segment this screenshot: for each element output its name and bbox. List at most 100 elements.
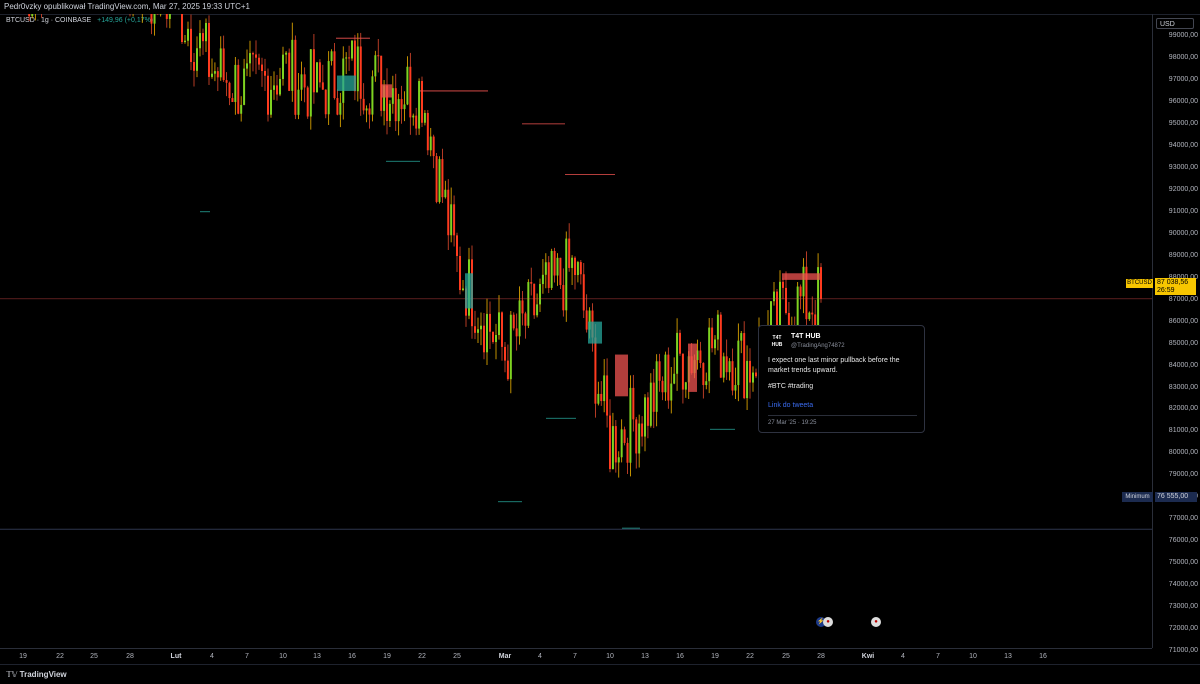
publish-line: Pedr0vzky opublikował TradingView.com, M… [4, 2, 250, 11]
price-chart[interactable] [0, 14, 1152, 648]
tweet-card: T4T HUB T4T HUB @TradingAng74872 I expec… [758, 325, 925, 433]
candle-body [533, 284, 535, 316]
candle-body [316, 62, 318, 92]
candle-body [421, 81, 423, 123]
candle-body [273, 85, 275, 89]
candle-body [554, 251, 556, 276]
candle-body [820, 267, 822, 299]
time-tick: 13 [313, 653, 321, 660]
candle-body [711, 328, 713, 349]
candle-body [524, 313, 526, 325]
candle-body [632, 388, 634, 419]
time-tick: 25 [782, 653, 790, 660]
price-tick: 85000,00 [1169, 340, 1198, 347]
candle-body [319, 62, 321, 82]
candle-body [301, 74, 303, 89]
candle-body [360, 46, 362, 98]
time-tick: 25 [90, 653, 98, 660]
candle-body [782, 282, 784, 288]
candle-body [571, 258, 573, 268]
candle-body [638, 424, 640, 454]
candle-body [202, 33, 204, 41]
price-tick: 92000,00 [1169, 186, 1198, 193]
candle-body [441, 159, 443, 197]
candle-body [267, 76, 269, 115]
candle-body [510, 315, 512, 379]
candle-body [395, 88, 397, 121]
time-tick: 4 [210, 653, 214, 660]
time-tick: 22 [746, 653, 754, 660]
candle-body [670, 384, 672, 401]
price-tick: 95000,00 [1169, 120, 1198, 127]
candle-body [427, 113, 429, 150]
tradingview-logo[interactable]: 𝕋𝕍 TradingView [6, 670, 67, 679]
countdown: 26:59 [1157, 287, 1194, 295]
candle-body [348, 57, 350, 58]
current-symbol-tag: BTCUSD [1126, 279, 1153, 288]
candle-body [530, 282, 532, 284]
candle-body [679, 333, 681, 354]
time-axis[interactable]: 19222528Lut47101316192225Mar471013161922… [0, 648, 1152, 665]
time-tick: 22 [418, 653, 426, 660]
footer: 𝕋𝕍 TradingView [0, 664, 1200, 684]
time-tick: 13 [641, 653, 649, 660]
time-tick: 25 [453, 653, 461, 660]
event-us-flag-icon[interactable]: ● [823, 617, 833, 627]
price-tick: 77000,00 [1169, 515, 1198, 522]
candle-body [770, 301, 772, 326]
time-tick: 7 [573, 653, 577, 660]
candle-body [737, 341, 739, 385]
candle-body [28, 14, 30, 16]
candle-body [404, 104, 406, 109]
time-tick: 19 [383, 653, 391, 660]
price-tick: 99000,00 [1169, 32, 1198, 39]
candle-body [285, 53, 287, 55]
candle-body [606, 375, 608, 415]
candle-body [513, 315, 515, 329]
candle-body [749, 361, 751, 383]
zone-box [337, 76, 356, 91]
time-tick: 16 [348, 653, 356, 660]
minimum-label: Minimum [1122, 492, 1153, 502]
candle-body [190, 29, 192, 62]
event-us-flag-icon-2[interactable]: ● [871, 617, 881, 627]
candle-body [214, 71, 216, 74]
price-tick: 71000,00 [1169, 647, 1198, 654]
current-price-tag: 87 038,56 26:59 [1155, 278, 1196, 295]
candle-body [339, 103, 341, 115]
price-tick: 72000,00 [1169, 625, 1198, 632]
candle-body [334, 51, 336, 98]
candle-body [169, 14, 171, 19]
candle-body [507, 361, 509, 380]
candle-body [659, 361, 661, 381]
candle-body [568, 239, 570, 268]
zone-box [782, 273, 820, 280]
price-tick: 84000,00 [1169, 362, 1198, 369]
candle-body [746, 361, 748, 398]
candle-body [612, 426, 614, 469]
tweet-date: 27 Mar '25 · 19:25 [768, 420, 817, 426]
time-tick: 7 [936, 653, 940, 660]
candle-body [444, 190, 446, 197]
candle-body [600, 394, 602, 401]
time-tick: 10 [606, 653, 614, 660]
time-tick: 4 [901, 653, 905, 660]
candle-body [294, 40, 296, 115]
candle-body [184, 41, 186, 42]
tweet-text: I expect one last minor pullback before … [768, 356, 920, 376]
tweet-link[interactable]: Link do tweeta [768, 402, 813, 409]
price-tick: 91000,00 [1169, 208, 1198, 215]
candle-body [565, 239, 567, 311]
candle-body [615, 426, 617, 462]
time-tick: 10 [279, 653, 287, 660]
candle-body [229, 83, 231, 98]
candle-body [389, 104, 391, 121]
currency-button[interactable]: USD [1156, 18, 1194, 29]
candle-body [401, 99, 403, 109]
candle-body [261, 65, 263, 71]
candle-body [635, 419, 637, 453]
candle-body [752, 373, 754, 383]
price-axis[interactable]: 99000,0098000,0097000,0096000,0095000,00… [1152, 14, 1200, 648]
tweet-tags: #BTC #trading [768, 383, 813, 390]
candle-body [220, 48, 222, 77]
